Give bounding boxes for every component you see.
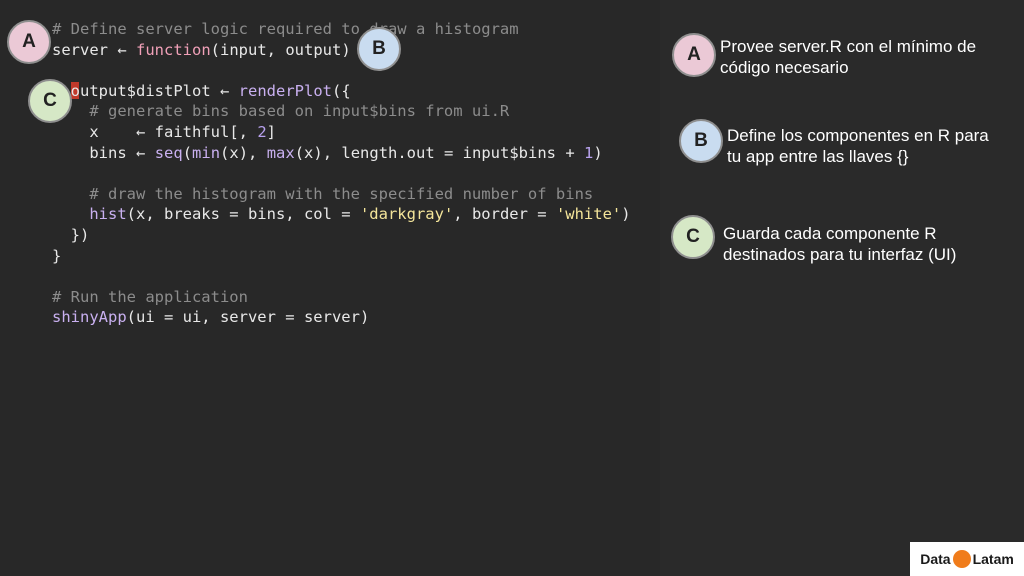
note-c-line-1: Guarda cada componente R <box>723 224 937 243</box>
code-line: output$distPlot ← renderPlot({ <box>52 81 631 102</box>
code-line: bins ← seq(min(x), max(x), length.out = … <box>52 143 631 164</box>
badge-c-code: C <box>28 79 72 123</box>
code-line: # Run the application <box>52 287 631 308</box>
code-line: # draw the histogram with the specified … <box>52 184 631 205</box>
flame-icon <box>952 550 971 568</box>
note-b: Define los componentes en R para tu app … <box>727 125 989 167</box>
code-token: # draw the histogram with the specified … <box>52 184 594 203</box>
code-token: (x), length.out = input$bins + <box>294 143 584 162</box>
badge-c-code-letter: C <box>43 90 57 111</box>
code-block: # Define server logic required to draw a… <box>52 19 631 328</box>
code-token: min <box>192 143 221 162</box>
badge-b-code-letter: B <box>372 38 386 59</box>
slide: # Define server logic required to draw a… <box>0 0 1024 576</box>
badge-a-code-letter: A <box>22 31 36 52</box>
code-token: ] <box>266 122 277 141</box>
code-token: max <box>266 143 295 162</box>
note-c: Guarda cada componente R destinados para… <box>723 223 956 265</box>
note-a: Provee server.R con el mínimo de código … <box>720 36 976 78</box>
code-token: output$distPlot <box>70 81 220 100</box>
code-token: shinyApp <box>52 308 127 327</box>
code-token: function <box>136 40 211 59</box>
code-line: }) <box>52 225 631 246</box>
badge-a-note-letter: A <box>687 44 701 65</box>
code-line: # Define server logic required to draw a… <box>52 19 631 40</box>
code-token: # Define server logic required to dr <box>52 20 388 38</box>
code-token: hist <box>89 205 127 224</box>
note-b-line-1: Define los componentes en R para <box>727 126 989 145</box>
code-token: ) <box>593 143 603 162</box>
code-token: (ui = ui, server = server) <box>126 308 370 327</box>
code-token: seq <box>154 143 183 162</box>
code-line: shinyApp(ui = ui, server = server) <box>52 307 631 328</box>
logo-text-data: Data <box>920 551 951 567</box>
logo-text-latam: Latam <box>972 551 1014 567</box>
code-token: ← <box>136 122 146 141</box>
code-token: bins <box>52 143 136 162</box>
code-line: x ← faithful[, 2] <box>52 122 631 143</box>
code-token: x <box>52 122 136 141</box>
code-token: ← <box>117 40 127 59</box>
code-token: }) <box>52 225 90 244</box>
code-token: # generate bins based on input$bins from… <box>52 102 510 121</box>
code-token: 2 <box>257 122 267 141</box>
badge-a-code: A <box>7 20 51 64</box>
code-token: 'darkgray' <box>359 205 454 224</box>
badge-b-note-letter: B <box>694 130 708 151</box>
code-token: 1 <box>584 143 594 162</box>
badge-c-note: C <box>671 215 715 259</box>
code-token: ← <box>136 143 146 162</box>
code-token: (x), <box>220 143 267 162</box>
note-a-line-1: Provee server.R con el mínimo de <box>720 37 977 56</box>
code-line: } <box>52 246 631 267</box>
code-token: # Run the application <box>52 287 248 306</box>
code-line: hist(x, breaks = bins, col = 'darkgray',… <box>52 204 631 225</box>
code-token: server <box>52 40 118 59</box>
code-token: ← <box>219 81 230 100</box>
code-token: histogram <box>425 20 519 38</box>
code-token: ({ <box>332 81 351 100</box>
badge-a-note: A <box>672 33 716 77</box>
code-line: server ← function(input, output) { <box>52 40 631 61</box>
code-token: (x, breaks = bins, col = <box>126 205 360 224</box>
datalatam-logo: Data Latam <box>910 542 1024 576</box>
code-token: ) <box>621 205 631 224</box>
code-line: # generate bins based on input$bins from… <box>52 101 631 122</box>
code-editor-panel: # Define server logic required to draw a… <box>0 0 660 576</box>
code-token: 'white' <box>555 205 622 224</box>
code-token: faithful[, <box>145 122 258 141</box>
badge-b-code: B <box>357 27 401 71</box>
badge-b-note: B <box>679 119 723 163</box>
code-token: renderPlot <box>238 81 332 100</box>
badge-c-note-letter: C <box>686 226 700 247</box>
code-token: } <box>52 246 62 265</box>
note-b-line-2: tu app entre las llaves {} <box>727 147 909 166</box>
code-token: , border = <box>453 205 556 224</box>
code-token: ( <box>182 143 193 162</box>
note-a-line-2: código necesario <box>720 58 849 77</box>
code-token: (input, output) { <box>210 40 370 59</box>
note-c-line-2: destinados para tu interfaz (UI) <box>723 245 957 264</box>
